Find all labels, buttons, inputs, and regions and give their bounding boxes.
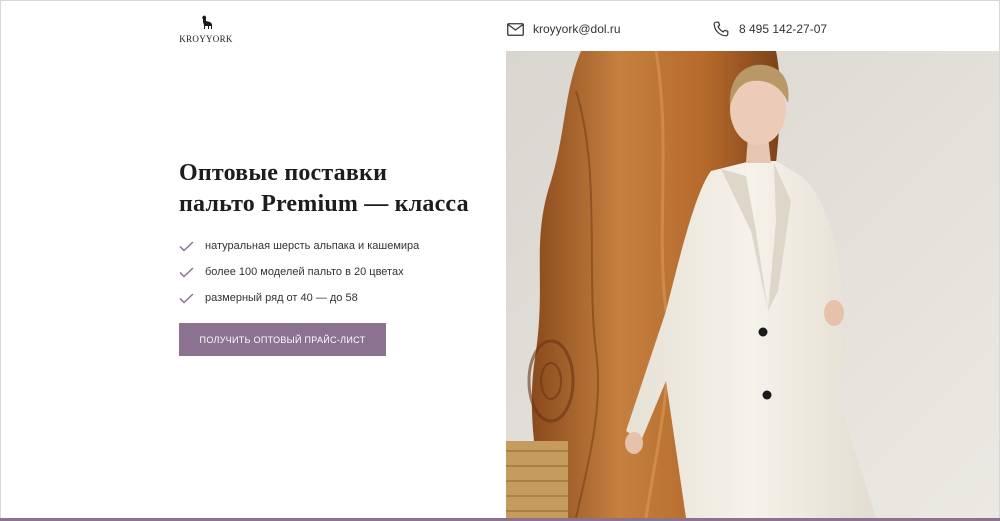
feature-text: более 100 моделей пальто в 20 цветах [205,266,404,278]
mail-icon [506,20,524,38]
coat-button [763,391,772,400]
email-contact[interactable]: kroyyork@dol.ru [506,20,621,38]
feature-item: размерный ряд от 40 — до 58 [179,285,419,311]
feature-item: натуральная шерсть альпака и кашемира [179,233,419,259]
check-icon [179,239,195,253]
hero-title: Оптовые поставки пальто Premium — класса [179,158,499,220]
hero-title-line-1: Оптовые поставки [179,160,387,186]
email-link[interactable]: kroyyork@dol.ru [533,22,621,36]
alpaca-icon [197,15,215,33]
phone-icon [712,20,730,38]
check-icon [179,265,195,279]
brand-logo[interactable]: KROYYORK [178,15,234,45]
wicker-chair [506,441,568,518]
feature-text: натуральная шерсть альпака и кашемира [205,240,419,252]
check-icon [179,291,195,305]
get-price-list-button[interactable]: получить оптовый прайс-лист [179,323,386,356]
logo-wordmark: KROYYORK [178,34,234,44]
coat-button [759,328,768,337]
phone-link[interactable]: 8 495 142-27-07 [739,22,827,36]
feature-text: размерный ряд от 40 — до 58 [205,292,358,304]
phone-contact[interactable]: 8 495 142-27-07 [712,20,827,38]
hero-title-line-2: пальто Premium — класса [179,191,469,217]
feature-list: натуральная шерсть альпака и кашемира бо… [179,233,419,311]
feature-item: более 100 моделей пальто в 20 цветах [179,259,419,285]
hero-photo [506,51,999,518]
